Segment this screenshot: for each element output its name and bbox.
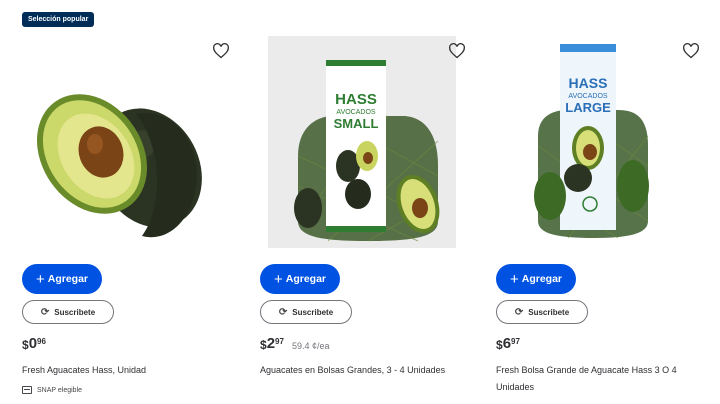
price-dollars: 0	[28, 335, 38, 352]
package-line1: HASS	[335, 91, 377, 108]
product-card: Selección popular + Agregar ⟳ Suscribete…	[10, 0, 242, 404]
heart-outline-icon	[213, 43, 229, 59]
subscribe-button[interactable]: ⟳ Suscribete	[496, 300, 588, 324]
sync-icon: ⟳	[514, 306, 524, 318]
sync-icon: ⟳	[278, 306, 288, 318]
favorite-button[interactable]	[680, 40, 702, 62]
plus-icon: +	[35, 270, 45, 288]
heart-outline-icon	[449, 43, 465, 59]
subscribe-button[interactable]: ⟳ Suscribete	[22, 300, 114, 324]
price: $ 2 97 59.4 ¢/ea	[260, 336, 329, 352]
package-line3: SMALL	[334, 116, 379, 131]
add-button-label: Agregar	[47, 273, 89, 285]
add-to-cart-button[interactable]: + Agregar	[22, 264, 102, 294]
price-currency: $	[22, 338, 29, 352]
price-cents: 96	[37, 337, 46, 346]
subscribe-button-label: Suscribete	[528, 307, 570, 317]
package-line2: AVOCADOS	[336, 109, 375, 116]
price: $ 0 96	[22, 336, 46, 352]
subscribe-button-label: Suscribete	[54, 307, 96, 317]
price-dollars: 2	[266, 335, 276, 352]
subscribe-button[interactable]: ⟳ Suscribete	[260, 300, 352, 324]
product-image[interactable]	[24, 36, 212, 248]
price: $ 6 97	[496, 336, 520, 352]
favorite-button[interactable]	[446, 40, 468, 62]
price-currency: $	[496, 338, 503, 352]
add-button-label: Agregar	[521, 273, 563, 285]
price-cents: 97	[511, 337, 520, 346]
product-image[interactable]: HASS AVOCADOS LARGE	[498, 36, 686, 248]
add-to-cart-button[interactable]: + Agregar	[496, 264, 576, 294]
add-button-label: Agregar	[285, 273, 327, 285]
avocado-image	[36, 94, 202, 238]
card-icon	[22, 386, 32, 394]
heart-outline-icon	[683, 43, 699, 59]
unit-price: 59.4 ¢/ea	[291, 341, 330, 351]
plus-icon: +	[509, 270, 519, 288]
product-card: HASS AVOCADOS SMALL + Agregar ⟳ Suscribe…	[248, 0, 480, 404]
snap-eligible: SNAP elegible	[22, 386, 82, 394]
popular-badge: Selección popular	[22, 12, 95, 27]
favorite-button[interactable]	[210, 40, 232, 62]
plus-icon: +	[273, 270, 283, 288]
package-line2: AVOCADOS	[568, 93, 607, 100]
product-title[interactable]: Fresh Bolsa Grande de Aguacate Hass 3 O …	[496, 362, 704, 396]
product-image[interactable]: HASS AVOCADOS SMALL	[268, 36, 456, 248]
package-line1: HASS	[569, 75, 608, 91]
product-title[interactable]: Aguacates en Bolsas Grandes, 3 - 4 Unida…	[260, 362, 468, 379]
add-to-cart-button[interactable]: + Agregar	[260, 264, 340, 294]
snap-label: SNAP elegible	[37, 386, 83, 394]
price-currency: $	[260, 338, 267, 352]
subscribe-button-label: Suscribete	[292, 307, 334, 317]
product-title[interactable]: Fresh Aguacates Hass, Unidad	[22, 362, 230, 379]
price-dollars: 6	[502, 335, 512, 352]
product-card: HASS AVOCADOS LARGE + Agregar ⟳ Suscribe…	[484, 0, 716, 404]
sync-icon: ⟳	[40, 306, 50, 318]
avocado-bag-image: HASS AVOCADOS LARGE	[534, 44, 649, 239]
package-line3: LARGE	[565, 100, 611, 115]
avocado-bag-image: HASS AVOCADOS SMALL	[294, 60, 440, 242]
price-cents: 97	[275, 337, 284, 346]
